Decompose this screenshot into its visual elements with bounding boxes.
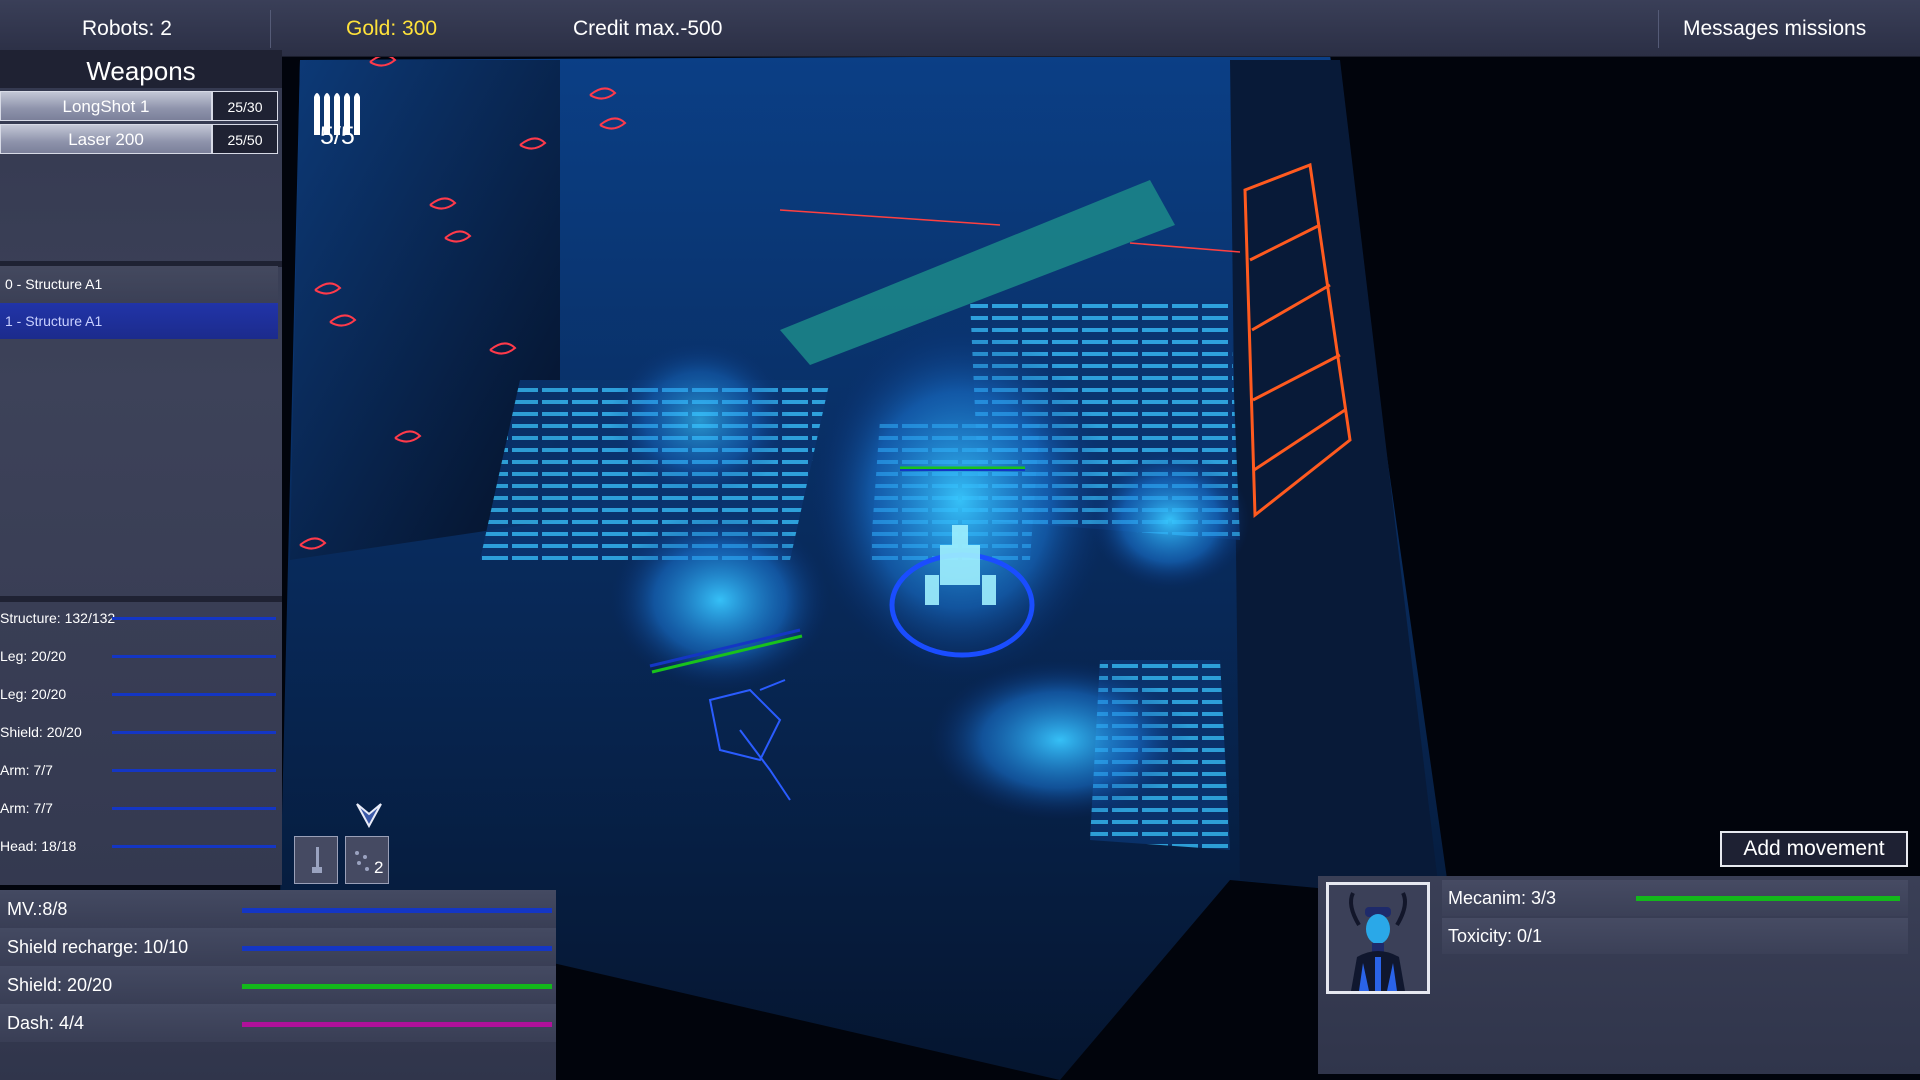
- robot-sidebar: Weapons LongShot 1 25/30 Laser 200 25/50…: [0, 50, 282, 885]
- add-movement-button[interactable]: Add movement: [1720, 831, 1908, 867]
- weapon-ammo: 25/30: [212, 91, 278, 121]
- pilot-portrait: [1326, 882, 1430, 994]
- ability-slot-count: 2: [374, 858, 383, 878]
- topbar-divider: [270, 10, 271, 48]
- part-health-bar: [112, 807, 276, 810]
- robot-stat-fill: [242, 946, 552, 951]
- part-label: Head: 18/18: [0, 828, 76, 864]
- weapon-ammo: 25/50: [212, 124, 278, 154]
- part-label: Arm: 7/7: [0, 752, 53, 788]
- robot-stat-label: Shield: 20/20: [7, 966, 112, 1004]
- robot-stat-fill: [242, 1022, 552, 1027]
- ammo-count: 5/5: [320, 122, 355, 151]
- part-health-fill: [112, 693, 276, 696]
- pilot-portrait-icon: [1329, 885, 1427, 991]
- robot-stat-fill: [242, 908, 552, 913]
- topbar-divider: [1658, 10, 1659, 48]
- part-row: Structure: 132/132: [0, 600, 278, 636]
- robot-stat-bar: [242, 946, 552, 951]
- part-row: Arm: 7/7: [0, 790, 278, 826]
- robot-stat-bar: [242, 1022, 552, 1027]
- part-row: Shield: 20/20: [0, 714, 278, 750]
- weapons-title: Weapons: [0, 50, 282, 88]
- part-health-bar: [112, 845, 276, 848]
- robot-stats-panel: MV.:8/8Shield recharge: 10/10Shield: 20/…: [0, 890, 556, 1080]
- part-health-bar: [112, 655, 276, 658]
- weapon-row-longshot[interactable]: LongShot 1 25/30: [0, 91, 278, 121]
- credit-max: Credit max.-500: [573, 0, 722, 56]
- part-label: Shield: 20/20: [0, 714, 82, 750]
- robot-stat-row: Dash: 4/4: [0, 1004, 556, 1042]
- pilot-stat-bar: [1636, 896, 1900, 901]
- part-health-fill: [112, 845, 276, 848]
- pilot-stat-fill: [1636, 896, 1900, 901]
- part-health-bar: [112, 693, 276, 696]
- robot-stat-fill: [242, 984, 552, 989]
- weapon-name[interactable]: Laser 200: [0, 124, 212, 154]
- part-health-fill: [112, 807, 276, 810]
- part-label: Leg: 20/20: [0, 638, 66, 674]
- pilot-stat-label: Toxicity: 0/1: [1448, 918, 1542, 954]
- part-health-fill: [112, 617, 276, 620]
- robot-stat-row: Shield: 20/20: [0, 966, 556, 1004]
- weapon-slot-button[interactable]: [294, 836, 338, 884]
- part-label: Arm: 7/7: [0, 790, 53, 826]
- part-health-bar: [112, 769, 276, 772]
- robot-stat-bar: [242, 984, 552, 989]
- robot-stat-row: MV.:8/8: [0, 890, 556, 928]
- weapon-slot-icon: [307, 845, 327, 877]
- robot-stat-label: Shield recharge: 10/10: [7, 928, 188, 966]
- part-row: Leg: 20/20: [0, 638, 278, 674]
- part-health-fill: [112, 731, 276, 734]
- messages-missions-button[interactable]: Messages missions: [1683, 0, 1866, 56]
- part-row: Arm: 7/7: [0, 752, 278, 788]
- robot-stat-label: Dash: 4/4: [7, 1004, 84, 1042]
- part-row: Leg: 20/20: [0, 676, 278, 712]
- structure-item-1[interactable]: 1 - Structure A1: [0, 303, 278, 339]
- part-label: Structure: 132/132: [0, 600, 115, 636]
- top-bar: Robots: 2 Gold: 300 Credit max.-500 Mess…: [0, 0, 1920, 57]
- gold-amount: Gold: 300: [346, 0, 437, 56]
- pilot-stat-label: Mecanim: 3/3: [1448, 880, 1556, 916]
- robots-count: Robots: 2: [82, 0, 172, 56]
- part-health-fill: [112, 769, 276, 772]
- part-label: Leg: 20/20: [0, 676, 66, 712]
- ability-slot-icon: [351, 847, 373, 875]
- structure-item-0[interactable]: 0 - Structure A1: [0, 266, 278, 302]
- part-health-fill: [112, 655, 276, 658]
- robot-stat-bar: [242, 908, 552, 913]
- robot-stat-row: Shield recharge: 10/10: [0, 928, 556, 966]
- part-row: Head: 18/18: [0, 828, 278, 864]
- robot-stat-label: MV.:8/8: [7, 890, 67, 928]
- part-health-bar: [112, 617, 276, 620]
- pilot-panel: Mecanim: 3/3Toxicity: 0/1: [1318, 876, 1920, 1074]
- arrow-cursor-icon: [356, 802, 382, 828]
- pilot-stat-row: Mecanim: 3/3: [1442, 880, 1908, 916]
- weapon-row-laser[interactable]: Laser 200 25/50: [0, 124, 278, 154]
- part-health-bar: [112, 731, 276, 734]
- pilot-stat-row: Toxicity: 0/1: [1442, 918, 1908, 954]
- weapon-name[interactable]: LongShot 1: [0, 91, 212, 121]
